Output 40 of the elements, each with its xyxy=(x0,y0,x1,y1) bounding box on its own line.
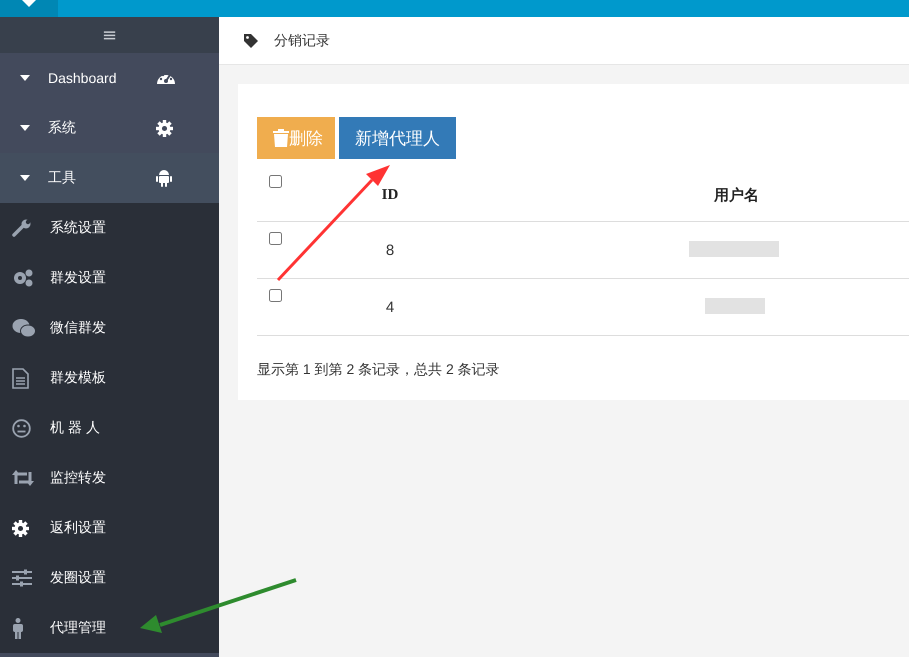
sidebar-item[interactable]: 系统设置 xyxy=(0,203,219,254)
gear-icon xyxy=(12,520,29,537)
android-icon xyxy=(156,169,172,188)
add-agent-button[interactable]: 新增代理人 xyxy=(339,117,456,159)
neutral-face-icon xyxy=(12,418,31,438)
table-cell: 8 xyxy=(350,222,430,278)
sliders-icon xyxy=(12,569,32,588)
pagination-info: 显示第 1 到第 2 条记录，总共 2 条记录 xyxy=(257,361,501,379)
wrench-icon xyxy=(12,218,32,238)
menu-group[interactable]: 系统 xyxy=(0,103,219,154)
menu-group[interactable]: Dashboard xyxy=(0,53,219,104)
breadcrumb-title: 分销记录 xyxy=(274,32,330,50)
sidebar-item[interactable]: 返利设置 xyxy=(0,503,219,554)
caret-icon xyxy=(20,75,30,82)
menu-toggle-button[interactable]: ≡ xyxy=(0,17,219,54)
sidebar-item[interactable]: 微信群发 xyxy=(0,303,219,354)
sidebar-item[interactable]: 机 器 人 xyxy=(0,403,219,454)
person-icon xyxy=(12,618,24,639)
sidebar-item[interactable]: 代理管理 xyxy=(0,603,219,654)
trash-icon xyxy=(273,129,289,147)
sidebar-item[interactable]: 群发设置 xyxy=(0,253,219,304)
sidebar-item[interactable]: 群发模板 xyxy=(0,353,219,404)
select-all-checkbox[interactable] xyxy=(269,175,282,188)
column-header: 用户名 xyxy=(430,169,909,222)
row-checkbox[interactable] xyxy=(269,289,282,302)
retweet-icon xyxy=(12,470,34,486)
gear-icon xyxy=(156,120,173,137)
logo-block[interactable] xyxy=(0,0,58,17)
table-cell: 4 xyxy=(350,278,430,336)
caret-icon xyxy=(20,125,30,132)
caret-icon xyxy=(20,175,30,182)
chat-icon xyxy=(12,318,36,338)
redacted-mark xyxy=(705,298,765,314)
sidebar-item[interactable]: 发圈设置 xyxy=(0,553,219,604)
tag-icon xyxy=(244,34,258,48)
gears-icon xyxy=(12,268,34,288)
sidebar-item[interactable]: 监控转发 xyxy=(0,453,219,504)
menu-group[interactable]: 工具 xyxy=(0,153,219,204)
row-checkbox[interactable] xyxy=(269,232,282,245)
document-icon xyxy=(12,368,29,389)
